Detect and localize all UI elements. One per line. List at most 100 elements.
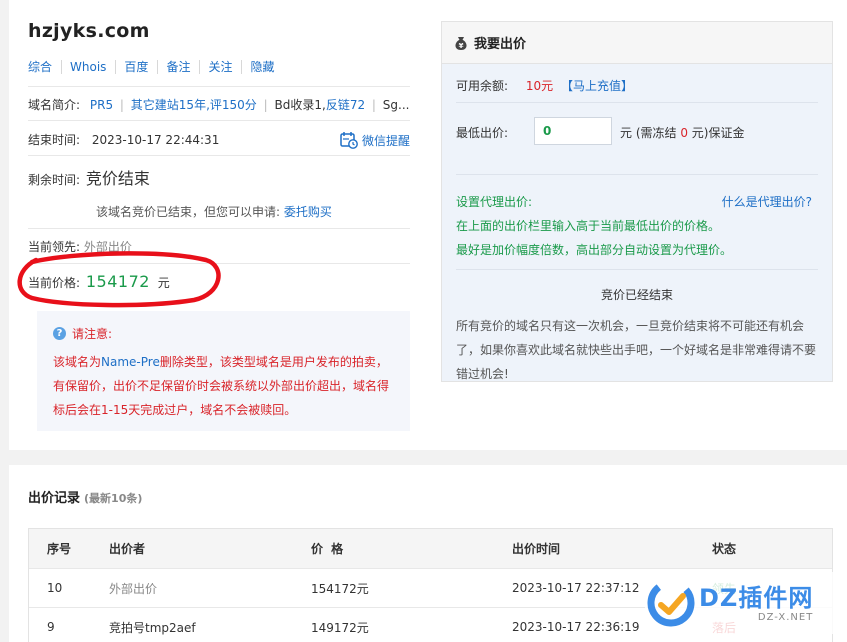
domain-title: hzjyks.com (28, 20, 150, 42)
notice-text: 删除类型，该类型域名是用户发布的拍卖， (159, 355, 388, 369)
notice-box: ? 请注意: 该域名为Name-Pre删除类型，该类型域名是用户发布的拍卖， 有… (37, 311, 410, 431)
divider (28, 263, 410, 264)
watermark-sub: DZ-X.NET (757, 611, 814, 623)
records-title-text: 出价记录 (28, 491, 81, 506)
name-pre-link[interactable]: Name-Pre (101, 355, 160, 369)
tab-baidu[interactable]: 百度 (116, 60, 159, 74)
svg-text:¥: ¥ (459, 42, 464, 50)
deposit-post: 元)保证金 (691, 126, 745, 140)
leader-row: 当前领先: 外部出价 (28, 238, 410, 255)
header-price: 价 格 (311, 542, 346, 556)
row-bidder: 竞拍号tmp2aef (109, 620, 196, 635)
ended-hint-text: 该域名竞价已结束，但您可以申请: (96, 205, 281, 219)
separator: | (119, 98, 124, 112)
current-price-row: 当前价格: 154172 元 (28, 272, 410, 291)
divider (28, 155, 410, 156)
min-bid-input[interactable]: 0 (534, 117, 612, 145)
tab-hide[interactable]: 隐藏 (242, 60, 283, 74)
balance-label: 可用余额: (456, 79, 509, 93)
balance-value: 10元 (525, 79, 554, 93)
current-price-label: 当前价格: (28, 276, 81, 290)
notice-text: 该域名为 (53, 355, 102, 369)
remaining-time-row: 剩余时间: 竞价结束 (28, 165, 410, 189)
domain-tabs: 综合 Whois 百度 备注 关注 隐藏 (28, 60, 283, 74)
tab-whois[interactable]: Whois (62, 60, 117, 74)
row-price: 154172元 (311, 581, 369, 596)
header-bidder: 出价者 (109, 542, 146, 556)
divider (456, 174, 818, 175)
remaining-value: 竞价结束 (85, 169, 150, 188)
watermark-main: DZ插件网 (699, 583, 814, 612)
ended-hint-row: 该域名竞价已结束，但您可以申请: 委托购买 (96, 203, 410, 220)
ended-line: 所有竞价的域名只有这一次机会，一旦竞价结束将不可能还有机会 (456, 319, 805, 333)
header-no: 序号 (47, 542, 72, 556)
notice-title: 请注意: (72, 327, 113, 341)
bid-panel-title: 我要出价 (474, 37, 527, 52)
notice-line: 标后会在1-15天完成过户，域名不会被赎回。 (53, 403, 297, 417)
bid-panel: ¥ 我要出价 可用余额: 10元 【马上充值】 最低出价: 0 元 (需冻结 0… (441, 21, 833, 382)
proxy-help-link[interactable]: 什么是代理出价? (722, 193, 812, 210)
end-time-value: 2023-10-17 22:44:31 (91, 133, 220, 147)
divider (456, 269, 818, 270)
site-watermark: DZ插件网 DZ-X.NET (645, 572, 835, 634)
min-bid-row: 最低出价: 0 元 (需冻结 0 元)保证金 (456, 117, 826, 145)
dz-logo-icon (647, 579, 695, 627)
table-header-row: 序号 出价者 价 格 出价时间 状态 (29, 529, 832, 569)
more-text: Sg... (382, 98, 410, 112)
backlinks-link[interactable]: 反链72 (326, 98, 365, 112)
separator: | (371, 98, 376, 112)
watermark-text: DZ插件网 DZ-X.NET (699, 584, 813, 623)
balance-row: 可用余额: 10元 【马上充值】 (456, 77, 633, 94)
notice-header: ? 请注意: (53, 325, 394, 342)
auction-ended-title: 竞价已经结束 (600, 288, 673, 302)
current-price-unit: 元 (157, 276, 170, 290)
divider (28, 86, 410, 87)
ended-line: 错过机会! (456, 367, 509, 381)
row-price: 149172元 (311, 620, 369, 635)
row-bidder: 外部出价 (109, 581, 158, 596)
end-time-row: 结束时间: 2023-10-17 22:44:31 微信提醒 (28, 131, 410, 149)
auction-ended-text: 所有竞价的域名只有这一次机会，一旦竞价结束将不可能还有机会 了，如果你喜欢此域名… (456, 314, 822, 386)
tab-follow[interactable]: 关注 (200, 60, 243, 74)
remaining-label: 剩余时间: (28, 173, 81, 187)
proxy-bid-label: 设置代理出价: (456, 195, 533, 209)
ended-line: 了，如果你喜欢此域名就快些出手吧，一个好域名是非常难得请不要 (456, 343, 817, 357)
proxy-hint-1: 在上面的出价栏里输入高于当前最低出价的价格。 (456, 219, 721, 233)
deposit-value: 0 (680, 126, 688, 140)
bid-panel-header: ¥ 我要出价 (442, 22, 832, 64)
proxy-hint-2: 最好是加价幅度倍数，高出部分自动设置为代理价。 (456, 243, 733, 257)
money-bag-icon: ¥ (455, 36, 467, 50)
bd-index-text: Bd收录1, (274, 98, 326, 112)
deposit-pre: 元 (需冻结 (620, 126, 677, 140)
wechat-remind-button[interactable]: 微信提醒 (340, 131, 410, 149)
leader-label: 当前领先: (28, 240, 81, 254)
tab-notes[interactable]: 备注 (158, 60, 201, 74)
domain-intro-row: 域名简介: PR5 | 其它建站15年,评150分 | Bd收录1,反链72 |… (28, 96, 410, 113)
notice-line: 该域名为Name-Pre删除类型，该类型域名是用户发布的拍卖， (53, 350, 394, 374)
bid-panel-body: 可用余额: 10元 【马上充值】 最低出价: 0 元 (需冻结 0 元)保证金 … (442, 64, 832, 381)
records-title: 出价记录 (最新10条) (28, 487, 142, 506)
intro-label: 域名简介: (28, 98, 81, 112)
calendar-clock-icon (340, 132, 358, 149)
row-no: 10 (47, 581, 63, 595)
divider (28, 120, 410, 121)
current-price-value: 154172 (85, 272, 150, 291)
question-icon: ? (53, 327, 66, 340)
divider (28, 228, 410, 229)
header-time: 出价时间 (512, 542, 561, 556)
divider (456, 102, 818, 103)
pr-link[interactable]: PR5 (90, 98, 113, 112)
tab-overview[interactable]: 综合 (28, 60, 63, 74)
notice-line: 有保留价，出价不足保留价时会被系统以外部出价超出，域名得 (53, 379, 390, 393)
end-time-label: 结束时间: (28, 133, 81, 147)
records-subtitle: (最新10条) (84, 492, 143, 505)
wechat-remind-label: 微信提醒 (361, 133, 410, 148)
header-status: 状态 (712, 542, 737, 556)
row-no: 9 (47, 620, 55, 634)
notice-body: 该域名为Name-Pre删除类型，该类型域名是用户发布的拍卖， 有保留价，出价不… (53, 350, 394, 422)
entrust-purchase-link[interactable]: 委托购买 (284, 205, 332, 219)
leader-value: 外部出价 (83, 240, 132, 254)
other-sites-link[interactable]: 其它建站15年,评150分 (131, 98, 257, 112)
deposit-text: 元 (需冻结 0 元)保证金 (620, 124, 744, 141)
recharge-link[interactable]: 【马上充值】 (561, 79, 633, 93)
